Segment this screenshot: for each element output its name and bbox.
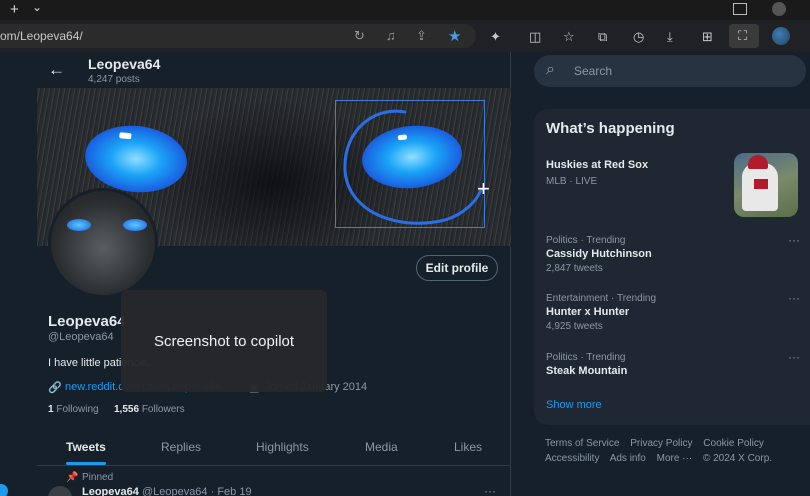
avatar-eye-right bbox=[123, 219, 147, 231]
trend-more-icon[interactable]: ··· bbox=[788, 291, 800, 305]
trend-count: 4,925 tweets bbox=[546, 321, 603, 332]
screenshot-to-copilot-toast: Screenshot to copilot bbox=[121, 290, 327, 392]
selection-ink-stroke bbox=[343, 109, 483, 225]
following-count: 1 bbox=[48, 404, 54, 415]
trend-title: Cassidy Hutchinson bbox=[546, 248, 652, 260]
collections-icon[interactable]: ⧉ bbox=[598, 29, 607, 45]
search-box: ⌕ bbox=[534, 55, 806, 87]
read-aloud-icon[interactable]: ♫ bbox=[386, 28, 396, 43]
pinned-label: Pinned bbox=[82, 472, 114, 483]
followers-label: Followers bbox=[141, 404, 185, 415]
address-url[interactable]: om/Leopeva64/ bbox=[0, 29, 83, 43]
link-icon: 🔗 bbox=[48, 382, 62, 394]
screenshot-tool-button[interactable]: ⛶ bbox=[729, 24, 759, 48]
whats-happening-title: What’s happening bbox=[546, 120, 675, 137]
toast-text: Screenshot to copilot bbox=[153, 332, 295, 350]
tweet-more-icon[interactable]: ··· bbox=[484, 484, 496, 496]
edge-floating-button[interactable] bbox=[0, 484, 8, 496]
apps-icon[interactable]: ⊞ bbox=[702, 29, 713, 45]
search-icon: ⌕ bbox=[546, 61, 555, 78]
back-arrow-icon[interactable]: ← bbox=[48, 60, 65, 80]
tab-tweets[interactable]: Tweets bbox=[66, 440, 106, 454]
tab-highlights[interactable]: Highlights bbox=[256, 440, 309, 454]
tab-replies[interactable]: Replies bbox=[161, 440, 201, 454]
trend-item[interactable]: Entertainment · Trending Hunter x Hunter… bbox=[546, 291, 800, 332]
show-more-link[interactable]: Show more bbox=[546, 399, 602, 411]
trend-title: Steak Mountain bbox=[546, 365, 628, 377]
trend-thumbnail[interactable] bbox=[734, 153, 798, 217]
footer-more-link[interactable]: More ··· bbox=[657, 453, 693, 464]
footer-terms-link[interactable]: Terms of Service bbox=[545, 438, 619, 449]
copilot-icon[interactable] bbox=[772, 27, 790, 45]
tab-strip: + ⌄ bbox=[0, 0, 810, 20]
split-screen-icon[interactable]: ◫ bbox=[529, 29, 541, 45]
profile-display-name: Leopeva64 bbox=[48, 313, 126, 330]
whats-happening-panel: What’s happening Huskies at Red Sox MLB … bbox=[534, 109, 810, 425]
footer-privacy-link[interactable]: Privacy Policy bbox=[630, 438, 692, 449]
trend-title: Hunter x Hunter bbox=[546, 306, 630, 318]
tweet-author-line: Leopeva64 @Leopeva64 · Feb 19 bbox=[82, 486, 252, 496]
eye-glint bbox=[119, 132, 132, 140]
following-link[interactable]: 1 Following bbox=[48, 404, 99, 415]
trend-more-icon[interactable]: ··· bbox=[788, 233, 800, 247]
active-tab-indicator bbox=[66, 462, 106, 465]
favorites-icon[interactable]: ☆ bbox=[563, 29, 575, 45]
footer-ads-info-link[interactable]: Ads info bbox=[610, 453, 646, 464]
tab-media[interactable]: Media bbox=[365, 440, 398, 454]
window-restore-icon[interactable] bbox=[733, 3, 747, 15]
trend-more-icon[interactable]: ··· bbox=[788, 350, 800, 364]
footer-copyright: © 2024 X Corp. bbox=[702, 453, 773, 464]
followers-link[interactable]: 1,556 Followers bbox=[114, 404, 185, 415]
screenshot-icon: ⛶ bbox=[738, 28, 748, 43]
trend-category: Politics · Trending bbox=[546, 352, 626, 363]
trend-category: Politics · Trending bbox=[546, 235, 626, 246]
following-label: Following bbox=[56, 404, 99, 415]
trend-count: 2,847 tweets bbox=[546, 263, 603, 274]
address-bar[interactable]: om/Leopeva64/ ↻ ♫ ⇪ ★ bbox=[0, 24, 476, 48]
share-icon[interactable]: ⇪ bbox=[416, 28, 427, 44]
refresh-page-icon[interactable]: ↻ bbox=[354, 28, 365, 44]
profile-handle: @Leopeva64 bbox=[48, 331, 114, 343]
pin-icon: 📌 bbox=[66, 472, 79, 483]
profile-icon[interactable] bbox=[772, 2, 786, 16]
tab-list-dropdown[interactable]: ⌄ bbox=[32, 0, 42, 14]
favorite-star-icon[interactable]: ★ bbox=[448, 27, 461, 45]
footer-accessibility-link[interactable]: Accessibility bbox=[545, 453, 599, 464]
search-input[interactable] bbox=[574, 61, 794, 81]
history-icon[interactable]: ◷ bbox=[633, 29, 644, 45]
header-post-count: 4,247 posts bbox=[88, 74, 140, 85]
header-profile-name: Leopeva64 bbox=[88, 56, 161, 72]
trend-item[interactable]: Politics · Trending Steak Mountain ··· bbox=[546, 350, 800, 377]
avatar-eye-left bbox=[67, 219, 91, 231]
edit-profile-button[interactable]: Edit profile bbox=[416, 255, 498, 281]
trend-category: Entertainment · Trending bbox=[546, 293, 657, 304]
browser-toolbar: om/Leopeva64/ ↻ ♫ ⇪ ★ ✦ ◫ ☆ ⧉ ◷ ⤓ ⊞ ⛶ bbox=[0, 20, 810, 52]
crosshair-cursor-icon: + bbox=[477, 176, 490, 201]
tweet-date[interactable]: · Feb 19 bbox=[211, 486, 252, 496]
followers-count: 1,556 bbox=[114, 404, 140, 415]
profile-avatar[interactable] bbox=[48, 188, 158, 298]
tweet-author-handle[interactable]: @Leopeva64 bbox=[142, 486, 208, 496]
thumbnail-cap bbox=[748, 155, 768, 169]
thumbnail-jersey bbox=[754, 179, 768, 189]
new-tab-button[interactable]: + bbox=[10, 1, 19, 18]
footer-cookie-link[interactable]: Cookie Policy bbox=[703, 438, 764, 449]
extensions-icon[interactable]: ✦ bbox=[490, 29, 501, 45]
downloads-icon[interactable]: ⤓ bbox=[667, 29, 673, 45]
trend-item[interactable]: Politics · Trending Cassidy Hutchinson 2… bbox=[546, 233, 800, 274]
tab-likes[interactable]: Likes bbox=[454, 440, 482, 454]
profile-tabs: Tweets Replies Highlights Media Likes bbox=[37, 432, 511, 466]
sidebar-footer: Terms of Service Privacy Policy Cookie P… bbox=[545, 436, 805, 466]
banner-eye-left bbox=[81, 120, 191, 198]
tweet-author-name[interactable]: Leopeva64 bbox=[82, 486, 139, 496]
